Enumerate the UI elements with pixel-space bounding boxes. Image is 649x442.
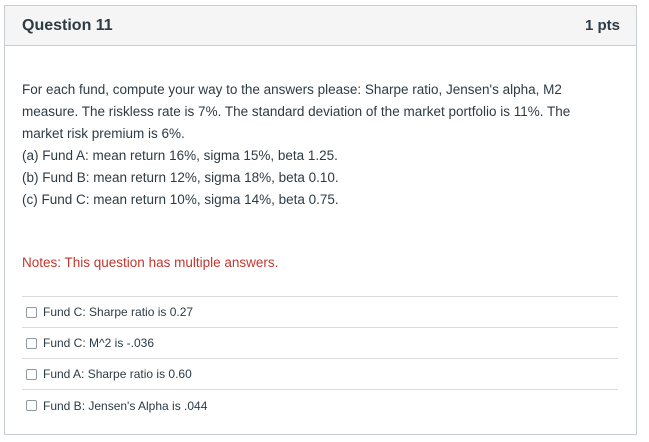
prompt-line: measure. The riskless rate is 7%. The st…: [22, 104, 571, 119]
answer-option[interactable]: Fund A: Sharpe ratio is 0.60: [22, 359, 618, 390]
notes-text: Notes: This question has multiple answer…: [22, 255, 279, 270]
answer-label: Fund B: Jensen's Alpha is .044: [43, 398, 208, 413]
question-header: Question 11 1 pts: [5, 6, 636, 46]
question-prompt: For each fund, compute your way to the a…: [22, 79, 618, 211]
answer-checkbox[interactable]: [26, 368, 37, 380]
fund-b-line: (b) Fund B: mean return 12%, sigma 18%, …: [22, 170, 339, 185]
answer-checkbox[interactable]: [26, 306, 37, 318]
question-points: 1 pts: [584, 17, 620, 34]
answer-list: Fund C: Sharpe ratio is 0.27 Fund C: M^2…: [22, 296, 618, 421]
question-body: For each fund, compute your way to the a…: [5, 46, 636, 421]
question-title: Question 11: [22, 16, 113, 34]
fund-c-line: (c) Fund C: mean return 10%, sigma 14%, …: [22, 192, 339, 207]
answer-label: Fund C: M^2 is -.036: [43, 336, 155, 350]
answer-checkbox[interactable]: [26, 337, 37, 349]
prompt-line: market risk premium is 6%.: [22, 126, 185, 141]
answer-option[interactable]: Fund C: Sharpe ratio is 0.27: [22, 297, 618, 328]
answer-option[interactable]: Fund C: M^2 is -.036: [22, 328, 618, 359]
prompt-line: For each fund, compute your way to the a…: [22, 82, 562, 97]
answer-label: Fund C: Sharpe ratio is 0.27: [43, 305, 194, 319]
answer-label: Fund A: Sharpe ratio is 0.60: [43, 367, 192, 381]
fund-a-line: (a) Fund A: mean return 16%, sigma 15%, …: [22, 148, 338, 163]
question-card: Question 11 1 pts For each fund, compute…: [4, 5, 637, 435]
answer-option[interactable]: Fund B: Jensen's Alpha is .044: [22, 390, 618, 421]
answer-checkbox[interactable]: [26, 400, 37, 411]
